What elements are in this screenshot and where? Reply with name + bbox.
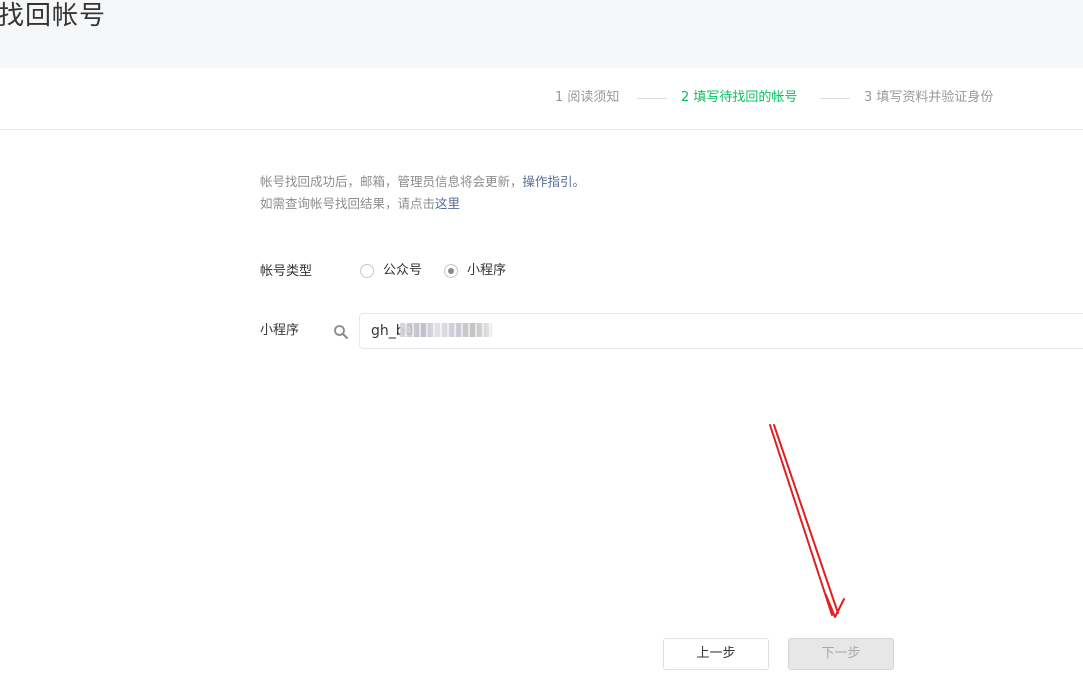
redacted-id-mosaic: [400, 323, 492, 337]
radio-official-account[interactable]: 公众号: [360, 262, 422, 280]
radio-checked-icon: [444, 264, 458, 278]
step-divider: [637, 98, 667, 99]
miniprogram-label: 小程序: [260, 323, 300, 338]
notice-line-2-text: 如需查询帐号找回结果，请点击: [260, 196, 436, 211]
radio-miniprogram[interactable]: 小程序: [444, 262, 506, 280]
step-1: 1 阅读须知: [555, 90, 620, 105]
notice-text: 帐号找回成功后，邮箱，管理员信息将会更新，操作指引。 如需查询帐号找回结果，请点…: [260, 171, 585, 215]
step-divider: [820, 98, 850, 99]
page-title: 找回帐号: [0, 1, 107, 31]
radio-official-account-label: 公众号: [383, 263, 423, 278]
radio-miniprogram-label: 小程序: [467, 263, 507, 278]
page-header: 找回帐号: [0, 0, 1083, 68]
notice-line-1-text: 帐号找回成功后，邮箱，管理员信息将会更新，: [260, 174, 523, 189]
miniprogram-search-input[interactable]: gh_b0: [359, 313, 1083, 349]
next-step-button[interactable]: 下一步: [788, 638, 894, 670]
notice-line-1: 帐号找回成功后，邮箱，管理员信息将会更新，操作指引。: [260, 171, 585, 193]
step-indicator: 1 阅读须知 2 填写待找回的帐号 3 填写资料并验证身份: [0, 68, 1083, 130]
account-type-label: 帐号类型: [260, 264, 313, 279]
query-result-link[interactable]: 这里: [435, 196, 460, 211]
operation-guide-link[interactable]: 操作指引。: [523, 174, 586, 189]
red-arrow-annotation: [769, 424, 845, 618]
step-3: 3 填写资料并验证身份: [864, 90, 994, 105]
radio-circle-icon: [360, 264, 374, 278]
step-2-active: 2 填写待找回的帐号: [681, 90, 798, 105]
search-icon[interactable]: [333, 324, 349, 340]
previous-step-button[interactable]: 上一步: [663, 638, 769, 670]
notice-line-2: 如需查询帐号找回结果，请点击这里: [260, 193, 585, 215]
